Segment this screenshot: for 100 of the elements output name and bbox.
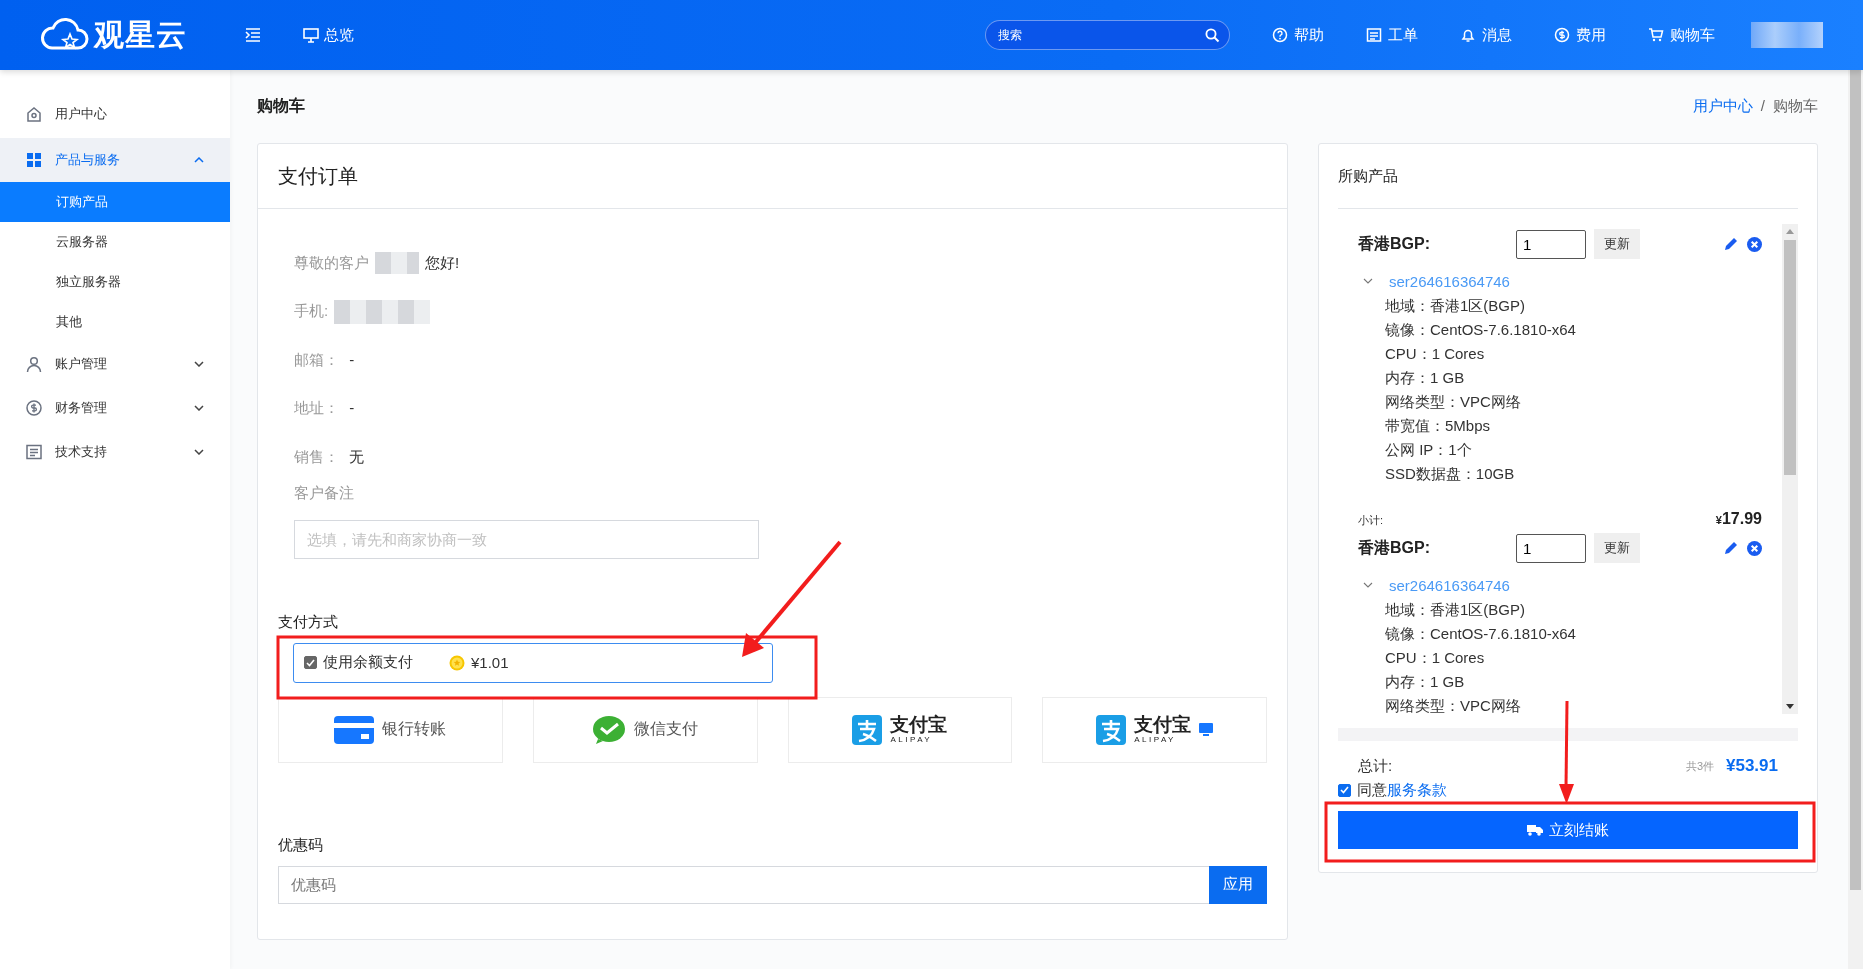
page-title: 购物车 (257, 96, 305, 116)
sidebar-item[interactable]: 财务管理 (0, 386, 230, 430)
product-name: 香港BGP: (1358, 233, 1431, 254)
sidebar-item[interactable]: 账户管理 (0, 342, 230, 386)
search-icon[interactable] (1205, 28, 1220, 43)
apply-button[interactable]: 应用 (1209, 865, 1267, 904)
chevron-icon[interactable] (194, 157, 204, 163)
section-title: 优惠码 (278, 835, 324, 855)
agree-label: 同意 (1357, 780, 1387, 800)
spec-text: 内存：1 GB (1384, 672, 1466, 692)
alipay-logo-icon[interactable] (852, 714, 883, 745)
spec-text: 地域：香港1区(BGP) (1384, 600, 1526, 620)
home-icon[interactable] (25, 105, 43, 123)
pencil-icon[interactable] (1723, 540, 1739, 556)
spec-text: SSD数据盘：10GB (1384, 464, 1516, 484)
checkbox[interactable] (1338, 783, 1351, 797)
terms-link[interactable]: 服务条款 (1387, 780, 1447, 800)
truck-icon[interactable] (1527, 824, 1543, 836)
bell-icon[interactable] (1460, 27, 1476, 43)
field-text: 地址： - (294, 399, 355, 419)
chat-bubble-icon[interactable] (592, 714, 627, 745)
horizontal-scrollbar[interactable] (1338, 728, 1798, 741)
chevron-icon[interactable] (194, 449, 204, 455)
sidebar-item[interactable]: 用户中心 (0, 92, 230, 136)
spec-text: 镜像：CentOS-7.6.1810-x64 (1384, 320, 1577, 340)
chevron-icon[interactable] (194, 405, 204, 411)
sidebar-item[interactable]: 产品与服务 (0, 138, 230, 182)
alipay-logo-icon[interactable] (1096, 714, 1127, 745)
document-icon[interactable] (25, 443, 43, 461)
payment-method[interactable]: 支付宝 ALIPAY (787, 696, 1013, 763)
spec-text: CPU：1 Cores (1384, 648, 1486, 668)
field-label: 手机: (294, 302, 329, 322)
payment-method[interactable]: 支付宝 ALIPAY (1042, 696, 1267, 763)
scrollbar[interactable] (1782, 224, 1798, 714)
header-link[interactable]: 消息 (1460, 25, 1512, 45)
chevron-icon[interactable] (194, 361, 204, 367)
spec-text: CPU：1 Cores (1384, 344, 1486, 364)
item-count: 共3件 (1685, 758, 1714, 774)
spec-text: 内存：1 GB (1384, 368, 1466, 388)
chevron-icon[interactable] (1363, 582, 1373, 588)
spec-text: 带宽值：5Mbps (1384, 416, 1492, 436)
redacted-user-name (1751, 22, 1823, 48)
sidebar-subitem[interactable]: 订购产品 (0, 182, 230, 222)
spec-text: 网络类型：VPC网络 (1384, 392, 1522, 412)
remark-label: 客户备注 (294, 483, 355, 503)
total-label: 总计: (1358, 756, 1393, 776)
field-text: 销售： 无 (294, 447, 365, 467)
overview-link[interactable]: 总览 (303, 25, 354, 45)
spec-text: 地域：香港1区(BGP) (1384, 296, 1526, 316)
quantity-field[interactable]: 1 (1516, 229, 1586, 259)
greeting-text: 您好! (425, 253, 460, 273)
header-link[interactable]: 帮助 (1272, 25, 1324, 45)
card-title: 支付订单 (258, 144, 1287, 209)
card-title: 所购产品 (1338, 144, 1798, 209)
pencil-icon[interactable] (1723, 236, 1739, 252)
breadcrumb-separator: / (1760, 97, 1765, 116)
bank-card-icon[interactable] (334, 715, 375, 744)
greeting-label: 尊敬的客户 (294, 253, 369, 273)
spec-text: 镜像：CentOS-7.6.1810-x64 (1384, 624, 1577, 644)
update-button[interactable]: 更新 (1594, 229, 1640, 259)
cart-icon[interactable] (1648, 27, 1664, 43)
field-text: 邮箱： - (294, 350, 355, 370)
logo-text: 观星云 (94, 16, 187, 53)
section-title: 支付方式 (278, 612, 339, 632)
checkbox[interactable] (304, 656, 317, 669)
update-button[interactable]: 更新 (1594, 533, 1640, 563)
header-link[interactable]: 费用 (1554, 25, 1606, 45)
close-icon[interactable] (1747, 236, 1762, 252)
menu-toggle-icon[interactable] (245, 28, 261, 42)
balance-label: 使用余额支付 (323, 653, 413, 672)
sidebar-subitem[interactable]: 独立服务器 (0, 262, 230, 302)
close-icon[interactable] (1747, 540, 1762, 556)
sidebar-subitem[interactable]: 云服务器 (0, 222, 230, 262)
coin-icon (449, 654, 465, 671)
coupon-field[interactable]: 优惠码 (278, 865, 1209, 904)
grid-icon[interactable] (25, 151, 43, 169)
quantity-field[interactable]: 1 (1516, 533, 1586, 563)
checkout-button[interactable]: 立刻结账 (1338, 811, 1798, 849)
question-icon[interactable] (1272, 27, 1288, 43)
dollar-icon[interactable] (25, 399, 43, 417)
breadcrumb-link[interactable]: 购物车 (1773, 97, 1818, 116)
page-scrollbar[interactable] (1848, 70, 1863, 969)
total-amount: ¥53.91 (1726, 756, 1778, 776)
header-link[interactable]: 工单 (1366, 25, 1418, 45)
sidebar-subitem[interactable]: 其他 (0, 302, 230, 342)
redacted-name (375, 252, 419, 275)
chevron-icon[interactable] (1363, 278, 1373, 284)
user-icon[interactable] (25, 355, 43, 373)
monitor-icon[interactable] (1199, 723, 1214, 736)
scroll-down-icon[interactable] (1786, 704, 1794, 709)
sidebar-item[interactable]: 技术支持 (0, 430, 230, 474)
balance-amount: ¥1.01 (471, 654, 509, 671)
search-field[interactable]: 搜索 (985, 20, 1230, 50)
spec-text: 公网 IP：1个 (1384, 440, 1473, 460)
scroll-up-icon[interactable] (1786, 229, 1794, 234)
product-name: 香港BGP: (1358, 537, 1431, 558)
header-link[interactable]: 购物车 (1648, 25, 1715, 45)
monitor-icon[interactable] (303, 27, 319, 43)
breadcrumb-link[interactable]: 用户中心 (1692, 97, 1753, 116)
spec-text: 网络类型：VPC网络 (1384, 696, 1522, 714)
